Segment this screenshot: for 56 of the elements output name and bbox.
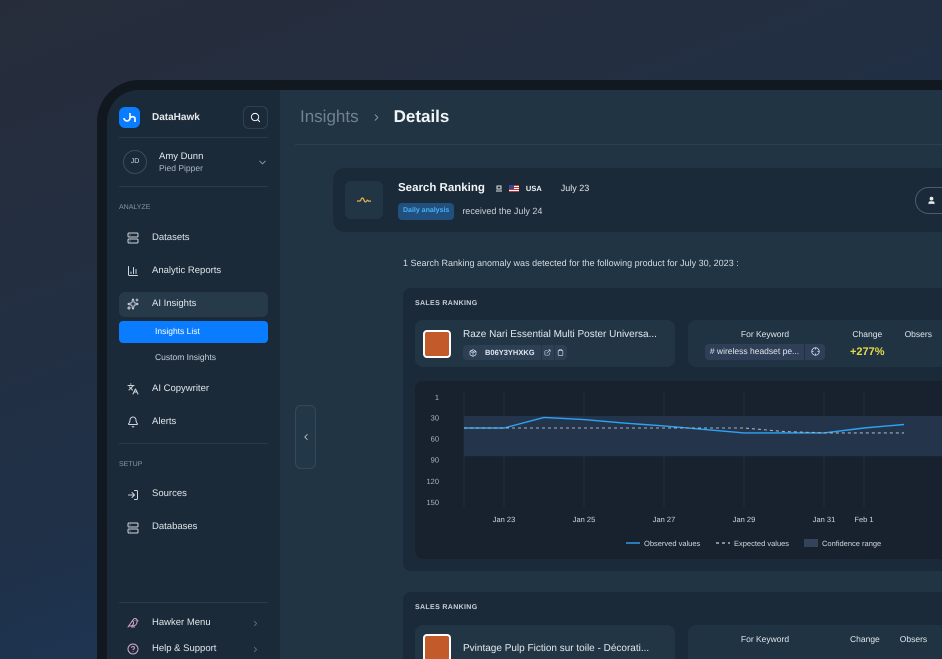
external-link-button[interactable] bbox=[542, 345, 554, 360]
legend-line bbox=[716, 542, 730, 544]
company-name: Pied Pipper bbox=[159, 162, 204, 174]
observed-label: Obsers bbox=[900, 632, 928, 646]
nav-icon bbox=[127, 488, 139, 500]
product-title: Raze Nari Essential Multi Poster Universa... bbox=[463, 328, 657, 342]
received-date: received the July 24 bbox=[462, 204, 542, 218]
logo-icon bbox=[119, 107, 140, 128]
keyword-label: For Keyword bbox=[740, 632, 790, 646]
legend-line bbox=[626, 542, 640, 544]
sub-nav-item[interactable]: Custom Insights bbox=[119, 346, 268, 368]
insight-title: Search Ranking bbox=[398, 181, 485, 196]
brand-name: DataHawk bbox=[152, 111, 201, 125]
nav-item[interactable]: AI Insights bbox=[119, 292, 268, 316]
anomaly-summary: 1 Search Ranking anomaly was detected for the following product for July 30, 2023 : bbox=[403, 257, 740, 270]
search-icon bbox=[250, 112, 261, 123]
nav-item[interactable]: AI Copywriter bbox=[119, 376, 268, 402]
nav-icon bbox=[127, 522, 139, 534]
user-icon bbox=[927, 196, 936, 204]
change-value: +277% bbox=[850, 344, 885, 360]
observed-label: Obsers bbox=[904, 328, 932, 341]
keyword-tag: # wireless headset pe... bbox=[704, 344, 804, 360]
product-thumbnail bbox=[423, 634, 451, 659]
nav-item[interactable]: Sources bbox=[119, 482, 268, 507]
nav-icon bbox=[127, 298, 139, 310]
insight-date: July 23 bbox=[560, 182, 590, 195]
crosshair-icon bbox=[810, 347, 820, 356]
change-label: Change bbox=[852, 328, 882, 341]
search-button[interactable] bbox=[243, 106, 268, 129]
insight-icon bbox=[345, 181, 383, 219]
package-icon bbox=[469, 348, 477, 356]
sub-nav-item[interactable]: Insights List bbox=[119, 320, 268, 342]
product-thumbnail bbox=[423, 330, 451, 358]
target-button[interactable] bbox=[805, 344, 826, 360]
keyword-label: For Keyword bbox=[740, 328, 790, 341]
product-title: Pvintage Pulp Fiction sur toile - Décorati... bbox=[463, 642, 650, 656]
nav-icon bbox=[127, 232, 139, 244]
change-label: Change bbox=[850, 632, 880, 646]
nav-item[interactable]: Datasets bbox=[119, 226, 268, 250]
nav-icon bbox=[127, 265, 139, 277]
footer-menu-item[interactable]: Hawker Menu bbox=[119, 615, 268, 631]
nav-item[interactable]: Databases bbox=[119, 515, 268, 540]
legend-swatch bbox=[804, 539, 818, 547]
page-title: Details bbox=[394, 106, 450, 128]
clipboard-icon bbox=[557, 349, 564, 356]
footer-menu-item[interactable]: Help & Support bbox=[119, 641, 268, 657]
nav-icon bbox=[127, 383, 139, 395]
chevron-right-icon bbox=[251, 644, 260, 654]
external-link-icon bbox=[544, 349, 552, 356]
nav-item[interactable]: Analytic Reports bbox=[119, 258, 268, 284]
flag-icon bbox=[508, 185, 519, 192]
nav-item[interactable]: Alerts bbox=[119, 410, 268, 434]
nav-icon bbox=[127, 416, 139, 428]
user-name: Amy Dunn bbox=[159, 150, 204, 163]
chevron-right-icon bbox=[251, 618, 260, 628]
copy-button[interactable] bbox=[554, 345, 567, 360]
